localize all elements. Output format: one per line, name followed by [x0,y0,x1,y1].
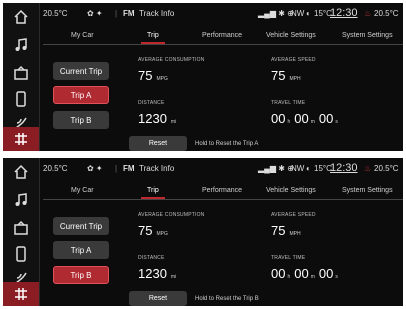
weather-icon: ◐ [306,164,311,173]
reset-button[interactable]: Reset [129,136,187,151]
travel-time-label: TRAVEL TIME [271,100,306,106]
apps-icon[interactable] [3,61,39,85]
track-info: Track Info [139,9,175,18]
clock: 12:30 [330,7,358,19]
avg-consumption-value: 75 MPG [138,223,168,238]
travel-time-value: 00 h 00 m 00 s [271,111,338,126]
status-bar: 20.5°C ✿ ✦ | FM Track Info ▂▄▆ ✱ ⊕ NW ◐ … [43,7,399,19]
trip-a-button[interactable]: Trip A [53,86,109,104]
tab-trip[interactable]: Trip [141,187,165,199]
status-bar: 20.5°C ✿ ✦ | FM Track Info ▂▄▆ ✱ ⊕ NW ◐ … [43,162,399,174]
sidebar [3,158,40,306]
phone-icon[interactable] [3,87,39,111]
distance-value: 1230 mi [138,266,177,281]
compass-heading: NW [291,164,305,173]
tab-bar: My Car Trip Performance Vehicle Settings… [43,183,403,200]
tab-bar: My Car Trip Performance Vehicle Settings… [43,28,403,45]
tab-performance[interactable]: Performance [202,32,242,39]
track-info: Track Info [139,164,175,173]
avg-consumption-label: AVERAGE CONSUMPTION [138,57,205,63]
fan-icon[interactable]: ✿ ✦ [87,164,103,173]
trip-a-button[interactable]: Trip A [53,241,109,259]
distance-label: DISTANCE [138,100,165,106]
fan-icon[interactable]: ✿ ✦ [87,9,103,18]
apps-icon[interactable] [3,216,39,240]
music-icon[interactable] [3,188,39,212]
current-trip-button[interactable]: Current Trip [53,62,109,80]
signal-icons: ▂▄▆ ✱ ⊕ [258,9,294,18]
source-label: FM [123,164,135,173]
driver-temp[interactable]: 20.5°C [43,9,68,18]
avg-speed-value: 75 MPH [271,223,301,238]
avg-speed-label: AVERAGE SPEED [271,57,316,63]
driver-temp[interactable]: 20.5°C [43,164,68,173]
current-trip-button[interactable]: Current Trip [53,217,109,235]
sidebar [3,3,40,151]
tab-my-car[interactable]: My Car [71,187,94,194]
trip-b-button[interactable]: Trip B [53,111,109,129]
reset-button[interactable]: Reset [129,291,187,306]
avg-speed-value: 75 MPH [271,68,301,83]
weather-icon: ◐ [306,9,311,18]
tab-system-settings[interactable]: System Settings [342,32,393,39]
avg-consumption-label: AVERAGE CONSUMPTION [138,212,205,218]
seat-heat-icon[interactable]: ♨ [364,164,371,173]
tab-vehicle-settings[interactable]: Vehicle Settings [266,187,316,194]
passenger-temp[interactable]: 20.5°C [374,164,399,173]
travel-time-label: TRAVEL TIME [271,255,306,261]
vehicle-controls-icon[interactable] [3,127,39,151]
tab-vehicle-settings[interactable]: Vehicle Settings [266,32,316,39]
distance-label: DISTANCE [138,255,165,261]
home-icon[interactable] [3,5,39,29]
travel-time-value: 00 h 00 m 00 s [271,266,338,281]
passenger-temp[interactable]: 20.5°C [374,9,399,18]
phone-icon[interactable] [3,242,39,266]
reset-hint: Hold to Reset the Trip A [195,141,259,147]
tab-performance[interactable]: Performance [202,187,242,194]
trip-screen-trip-b: 20.5°C ✿ ✦ | FM Track Info ▂▄▆ ✱ ⊕ NW ◐ … [3,158,403,306]
avg-consumption-value: 75 MPG [138,68,168,83]
avg-speed-label: AVERAGE SPEED [271,212,316,218]
vehicle-controls-icon[interactable] [3,282,39,306]
home-icon[interactable] [3,160,39,184]
tab-trip[interactable]: Trip [141,32,165,44]
compass-heading: NW [291,9,305,18]
trip-screen-trip-a: 20.5°C ✿ ✦ | FM Track Info ▂▄▆ ✱ ⊕ NW ◐ … [3,3,403,151]
seat-heat-icon[interactable]: ♨ [364,9,371,18]
signal-icons: ▂▄▆ ✱ ⊕ [258,164,294,173]
music-icon[interactable] [3,33,39,57]
clock: 12:30 [330,162,358,174]
source-label: FM [123,9,135,18]
trip-b-button[interactable]: Trip B [53,266,109,284]
tab-system-settings[interactable]: System Settings [342,187,393,194]
distance-value: 1230 mi [138,111,177,126]
tab-my-car[interactable]: My Car [71,32,94,39]
reset-hint: Hold to Reset the Trip B [195,296,259,302]
